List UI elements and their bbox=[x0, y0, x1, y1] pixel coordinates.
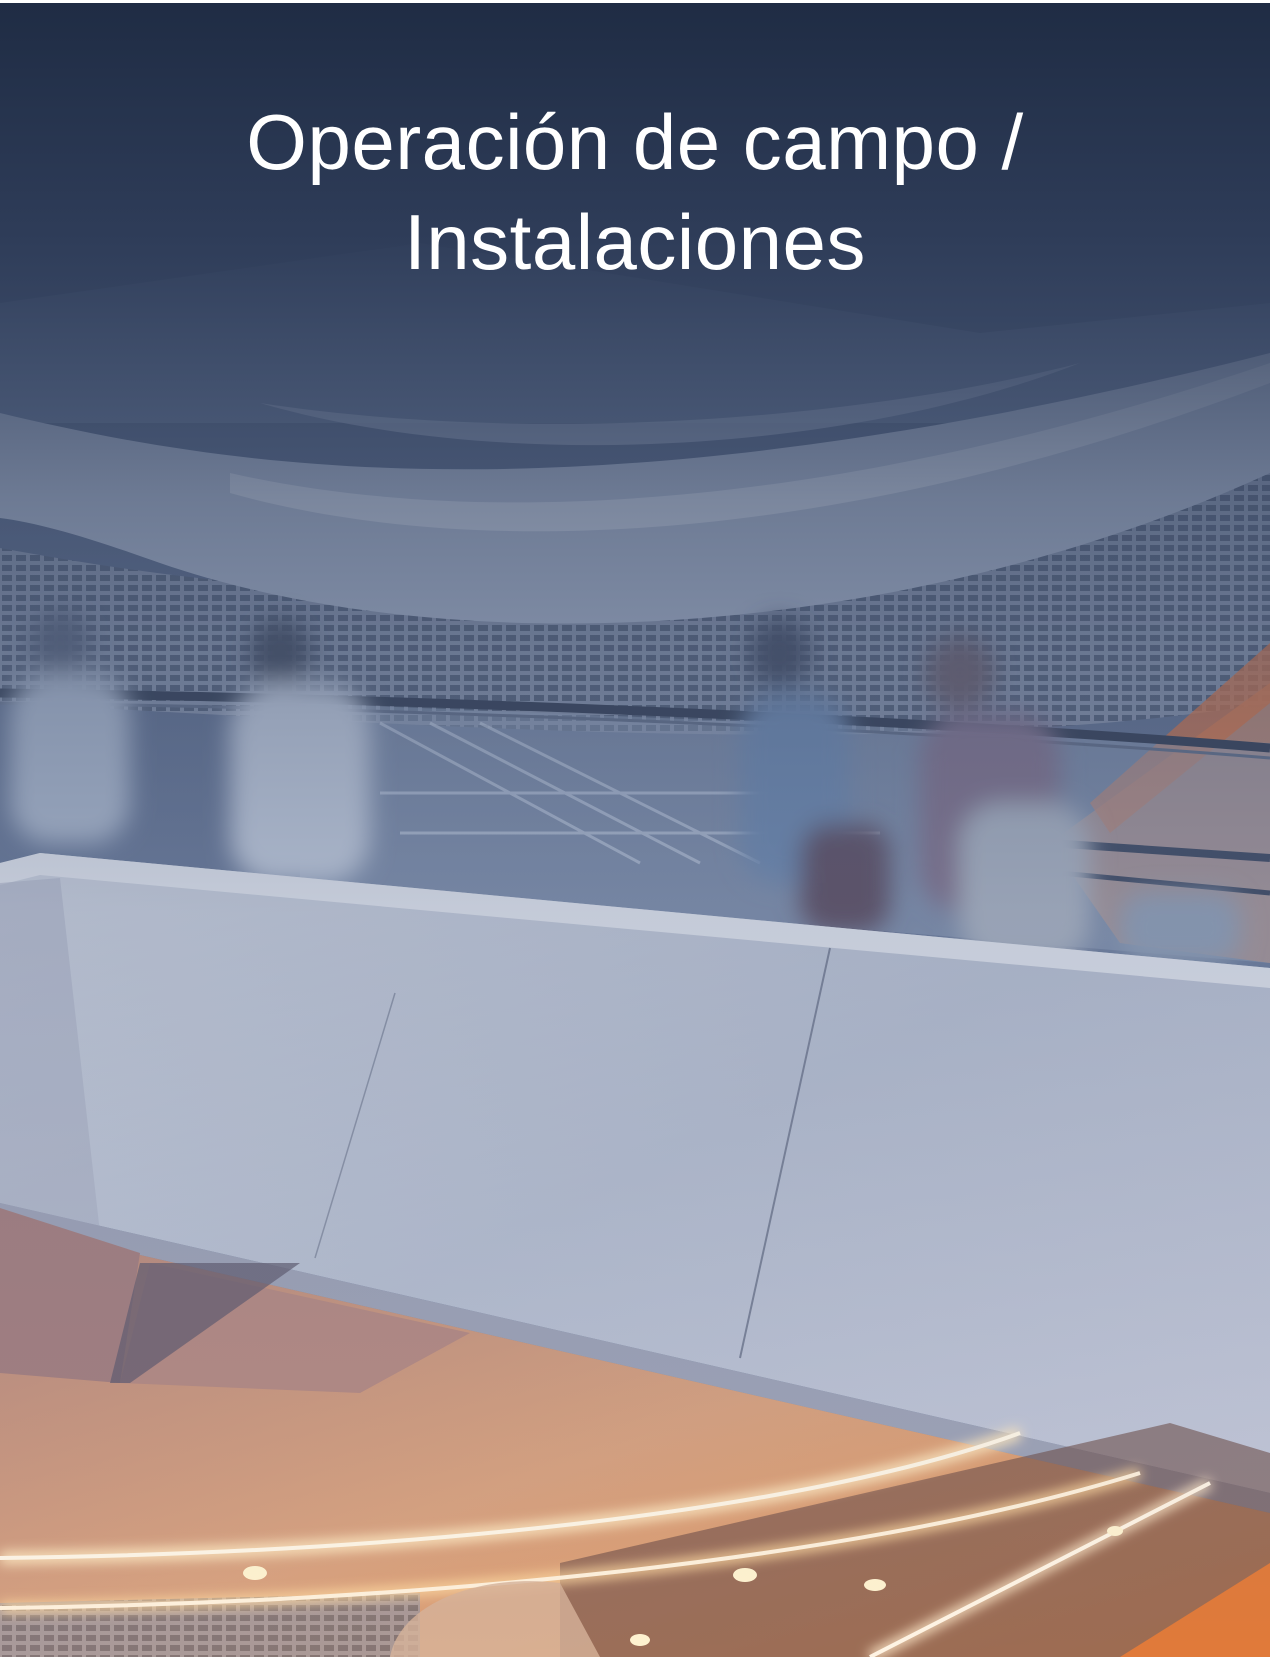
cover-title: Operación de campo / Instalaciones bbox=[0, 92, 1270, 292]
cover-title-line-1: Operación de campo / bbox=[246, 98, 1024, 186]
cover-page: Operación de campo / Instalaciones bbox=[0, 0, 1270, 1657]
cover-title-line-2: Instalaciones bbox=[404, 198, 866, 286]
